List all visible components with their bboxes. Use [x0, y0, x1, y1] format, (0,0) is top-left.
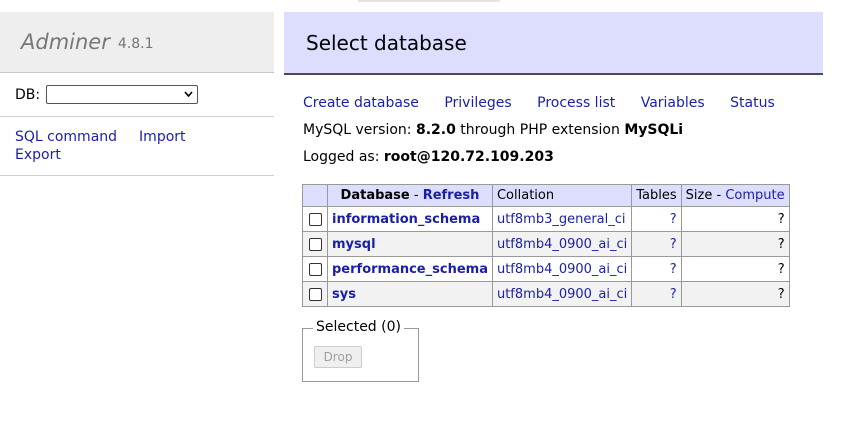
drop-button[interactable]: Drop [314, 346, 362, 368]
db-label: DB: [15, 86, 41, 103]
table-header-row: Database - Refresh Collation Tables Size… [302, 184, 790, 207]
database-link[interactable]: mysql [332, 237, 376, 252]
collation-column-header: Collation [491, 184, 633, 207]
refresh-link[interactable]: Refresh [423, 188, 480, 203]
db-select[interactable] [46, 85, 199, 104]
sidebar-links: SQL command Import Export [0, 117, 274, 176]
brand: Adminer 4.8.1 [0, 12, 274, 73]
collation-cell: utf8mb4_0900_ai_ci [491, 256, 633, 282]
status-link[interactable]: Status [730, 95, 775, 111]
sql-command-link[interactable]: SQL command [15, 128, 117, 146]
chevron-down-icon [183, 86, 194, 108]
tables-link[interactable]: ? [670, 212, 677, 227]
import-link[interactable]: Import [139, 128, 185, 146]
collation-link[interactable]: utf8mb4_0900_ai_ci [497, 262, 627, 277]
database-name-cell: mysql [327, 231, 493, 257]
tables-cell: ? [631, 281, 682, 307]
database-name-cell: sys [327, 281, 493, 307]
page-title: Select database [284, 12, 823, 75]
collation-link[interactable]: utf8mb4_0900_ai_ci [497, 237, 627, 252]
app-version: 4.8.1 [117, 36, 154, 52]
database-name-cell: information_schema [327, 206, 493, 232]
logged-user: root@120.72.109.203 [383, 149, 554, 165]
privileges-link[interactable]: Privileges [444, 95, 511, 111]
main-content: Select database Create database Privileg… [284, 12, 823, 382]
tables-link[interactable]: ? [670, 287, 677, 302]
row-checkbox-cell [302, 206, 328, 232]
row-checkbox-cell [302, 281, 328, 307]
collation-cell: utf8mb4_0900_ai_ci [491, 281, 633, 307]
collation-cell: utf8mb3_general_ci [491, 206, 633, 232]
row-checkbox-cell [302, 231, 328, 257]
tables-link[interactable]: ? [670, 237, 677, 252]
database-column-header: Database - Refresh [327, 184, 493, 207]
sidebar: Adminer 4.8.1 DB: SQL command Import Expo… [0, 12, 274, 176]
top-strip [358, 0, 500, 2]
php-extension: MySQLi [624, 122, 684, 138]
size-cell: ? [680, 281, 790, 307]
tables-cell: ? [631, 231, 682, 257]
export-link[interactable]: Export [15, 146, 61, 164]
compute-link[interactable]: Compute [725, 188, 784, 203]
header-separator: - [409, 188, 423, 203]
size-column-header: Size - Compute [680, 184, 790, 207]
database-name-cell: performance_schema [327, 256, 493, 282]
row-checkbox[interactable] [308, 237, 322, 251]
tables-cell: ? [631, 206, 682, 232]
row-checkbox[interactable] [308, 262, 322, 276]
collation-link[interactable]: utf8mb3_general_ci [497, 212, 626, 227]
tables-cell: ? [631, 256, 682, 282]
table-row: sys utf8mb4_0900_ai_ci ? ? [302, 281, 790, 307]
variables-link[interactable]: Variables [641, 95, 705, 111]
size-header-label: Size [685, 188, 713, 203]
database-header-label: Database [340, 188, 410, 203]
create-database-link[interactable]: Create database [303, 95, 419, 111]
selected-fieldset: Selected (0) Drop [302, 319, 419, 382]
databases-table: Database - Refresh Collation Tables Size… [302, 184, 790, 307]
table-row: information_schema utf8mb3_general_ci ? … [302, 206, 790, 232]
selected-legend: Selected (0) [313, 319, 404, 335]
version-prefix: MySQL version: [303, 122, 412, 138]
size-cell: ? [680, 231, 790, 257]
row-checkbox[interactable] [308, 212, 322, 226]
header-separator: - [712, 188, 726, 203]
db-selector-row: DB: [0, 73, 274, 117]
database-link[interactable]: sys [332, 287, 356, 302]
table-row: mysql utf8mb4_0900_ai_ci ? ? [302, 231, 790, 257]
mysql-version-line: MySQL version: 8.2.0 through PHP extensi… [303, 122, 823, 138]
process-list-link[interactable]: Process list [537, 95, 615, 111]
size-cell: ? [680, 256, 790, 282]
tables-column-header: Tables [631, 184, 682, 207]
database-link[interactable]: performance_schema [332, 262, 488, 277]
version-through: through PHP extension [460, 122, 620, 138]
row-checkbox[interactable] [308, 287, 322, 301]
logged-as-line: Logged as: root@120.72.109.203 [303, 149, 823, 165]
database-link[interactable]: information_schema [332, 212, 480, 227]
table-row: performance_schema utf8mb4_0900_ai_ci ? … [302, 256, 790, 282]
mysql-version: 8.2.0 [415, 122, 456, 138]
row-checkbox-cell [302, 256, 328, 282]
top-links: Create database Privileges Process list … [303, 95, 823, 111]
select-all-header [302, 184, 328, 207]
app-logo-link[interactable]: Adminer [21, 30, 110, 54]
size-cell: ? [680, 206, 790, 232]
collation-link[interactable]: utf8mb4_0900_ai_ci [497, 287, 627, 302]
logged-prefix: Logged as: [303, 149, 380, 165]
tables-link[interactable]: ? [670, 262, 677, 277]
collation-cell: utf8mb4_0900_ai_ci [491, 231, 633, 257]
